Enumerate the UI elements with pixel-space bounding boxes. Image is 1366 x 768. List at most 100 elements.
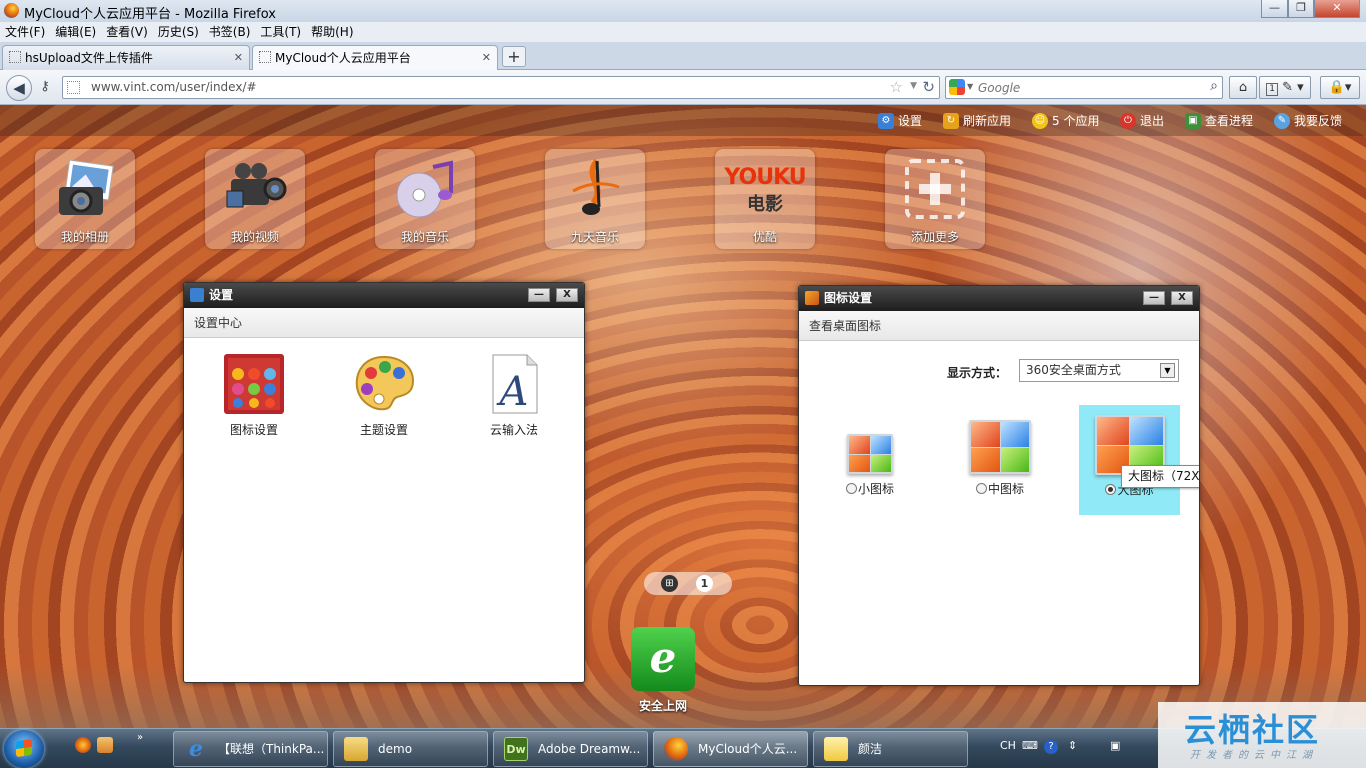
task-notes[interactable]: 颜洁 (813, 731, 968, 767)
settings-link[interactable]: ⚙ 设置 (878, 112, 922, 130)
task-label: demo (378, 742, 413, 756)
language-indicator[interactable]: CH (1000, 739, 1016, 752)
task-dreamweaver[interactable]: Dw Adobe Dreamw... (493, 731, 648, 767)
app-label: 我的音乐 (400, 230, 449, 244)
app-my-music[interactable]: 我的音乐 (375, 149, 475, 249)
small-icon-radio[interactable] (845, 483, 857, 494)
app-add-more[interactable]: 添加更多 (885, 149, 985, 249)
search-input[interactable] (978, 79, 1198, 96)
icon-preview (969, 420, 1031, 474)
power-icon: ⏻ (1120, 113, 1136, 129)
cloud-input-item[interactable]: A 云输入法 (464, 353, 564, 438)
close-window-button[interactable]: ✕ (1314, 0, 1360, 18)
app-count-link[interactable]: ☺ 5 个应用 (1032, 112, 1099, 130)
bookmark-star-icon[interactable]: ☆ (890, 78, 903, 96)
app-my-album[interactable]: 我的相册 (35, 149, 135, 249)
start-button[interactable] (4, 730, 44, 768)
task-demo-folder[interactable]: demo (333, 731, 488, 767)
tab-counter-button[interactable]: 1 ✎ ▾ (1259, 76, 1311, 99)
firefox-quicklaunch-icon[interactable] (75, 737, 91, 753)
reload-icon[interactable]: ↻ (922, 78, 935, 96)
settings-window-titlebar[interactable]: 设置 — X (184, 283, 584, 308)
menu-history[interactable]: 历史(S) (153, 22, 204, 42)
tab-hsupload[interactable]: hsUpload文件上传插件 ✕ (2, 45, 250, 70)
view-process-label: 查看进程 (1205, 114, 1254, 128)
task-label: 颜洁 (858, 742, 883, 756)
theme-settings-item[interactable]: 主题设置 (334, 353, 434, 438)
icon-settings-item[interactable]: 图标设置 (204, 353, 304, 438)
google-icon[interactable] (949, 79, 965, 95)
keyboard-icon[interactable]: ⌨ (1022, 739, 1038, 752)
app-my-video[interactable]: 我的视频 (205, 149, 305, 249)
security-button[interactable]: 🔒▾ (1320, 76, 1360, 99)
settings-window-subtitle: 设置中心 (184, 308, 584, 338)
close-tab-icon[interactable]: ✕ (234, 46, 243, 70)
key-icon[interactable]: ⚷ (36, 79, 54, 97)
app-label: 我的视频 (230, 230, 279, 244)
safe-browse-app[interactable]: e 安全上网 (631, 627, 695, 714)
menu-tools[interactable]: 工具(T) (255, 22, 306, 42)
medium-icon-radio[interactable] (975, 483, 987, 494)
logout-link[interactable]: ⏻ 退出 (1120, 112, 1164, 130)
menu-file[interactable]: 文件(F) (0, 22, 50, 42)
new-tab-button[interactable]: + (502, 46, 526, 67)
tab-mycloud[interactable]: MyCloud个人云应用平台 ✕ (252, 45, 498, 70)
minimize-window-button[interactable]: — (1261, 0, 1288, 18)
menu-view[interactable]: 查看(V) (101, 22, 153, 42)
icon-window-titlebar[interactable]: 图标设置 — X (799, 286, 1199, 311)
close-tab-icon[interactable]: ✕ (482, 46, 491, 70)
chevron-down-icon[interactable]: ▼ (1160, 363, 1175, 378)
menu-help[interactable]: 帮助(H) (306, 22, 358, 42)
history-dropdown-icon[interactable]: ▼ (910, 81, 917, 91)
large-icon-radio[interactable] (1105, 484, 1117, 495)
search-engine-dropdown-icon[interactable]: ▼ (967, 82, 973, 91)
menubar: 文件(F) 编辑(E) 查看(V) 历史(S) 书签(B) 工具(T) 帮助(H) (0, 22, 1366, 42)
feedback-link[interactable]: ✎ 我要反馈 (1274, 112, 1342, 130)
refresh-apps-link[interactable]: ↻ 刷新应用 (943, 112, 1011, 130)
task-firefox[interactable]: MyCloud个人云... (653, 731, 808, 767)
explorer-quicklaunch-icon[interactable] (97, 737, 113, 753)
close-button[interactable]: X (556, 288, 578, 302)
display-mode-select[interactable]: 360安全桌面方式 ▼ (1019, 359, 1179, 382)
site-identity-icon[interactable] (67, 81, 80, 94)
menu-bookmarks[interactable]: 书签(B) (204, 22, 256, 42)
quicklaunch-expand-icon[interactable]: » (137, 732, 143, 743)
task-ie[interactable]: e 【联想（ThinkPa... (173, 731, 328, 767)
windows-logo-icon[interactable]: ⊞ (661, 575, 678, 592)
tab-label: hsUpload文件上传插件 (25, 51, 153, 65)
smiley-icon: ☺ (1032, 113, 1048, 129)
page-1-button[interactable]: 1 (696, 575, 713, 592)
tray-expand-icon[interactable]: ⇕ (1068, 739, 1077, 752)
firefox-icon (664, 737, 688, 761)
safe-browse-label: 安全上网 (638, 699, 687, 713)
medium-icon-option[interactable]: 中图标 (965, 420, 1035, 497)
close-button[interactable]: X (1171, 291, 1193, 305)
feedback-label: 我要反馈 (1294, 114, 1343, 128)
desktop-toolbar: ⚙ 设置 ↻ 刷新应用 ☺ 5 个应用 ⏻ 退出 ▣ 查看进程 ✎ 我要反馈 (0, 105, 1366, 136)
minimize-button[interactable]: — (1143, 291, 1165, 305)
large-icon-option[interactable]: 大图标 (1079, 405, 1180, 515)
app-label: 九天音乐 (570, 230, 619, 244)
app-jiutian-music[interactable]: 九天音乐 (545, 149, 645, 249)
monitor-icon: ▣ (1185, 113, 1201, 129)
network-icon[interactable]: ▣ (1110, 739, 1120, 752)
small-icon-option[interactable]: 小图标 (837, 434, 903, 497)
url-text[interactable]: www.vint.com/user/index/# (91, 80, 257, 94)
url-bar[interactable]: www.vint.com/user/index/# ☆ ▼ ↻ (62, 76, 940, 99)
home-button[interactable]: ⌂ (1229, 76, 1257, 99)
safe-browser-icon: e (631, 627, 695, 691)
menu-edit[interactable]: 编辑(E) (50, 22, 101, 42)
back-button[interactable]: ◀ (6, 75, 32, 101)
maximize-window-button[interactable]: ❐ (1288, 0, 1314, 18)
minimize-button[interactable]: — (528, 288, 550, 302)
item-label: 图标设置 (229, 423, 278, 437)
search-bar[interactable]: ▼ ⌕ (945, 76, 1223, 99)
app-youku[interactable]: YOUKU 电影 优酷 (715, 149, 815, 249)
settings-window-title: 设置 (209, 288, 234, 302)
item-label: 云输入法 (489, 423, 538, 437)
notes-icon (824, 737, 848, 761)
help-icon[interactable]: ? (1044, 740, 1058, 754)
view-process-link[interactable]: ▣ 查看进程 (1185, 112, 1253, 130)
icon-window-title: 图标设置 (824, 291, 873, 305)
search-icon[interactable]: ⌕ (1210, 78, 1218, 94)
